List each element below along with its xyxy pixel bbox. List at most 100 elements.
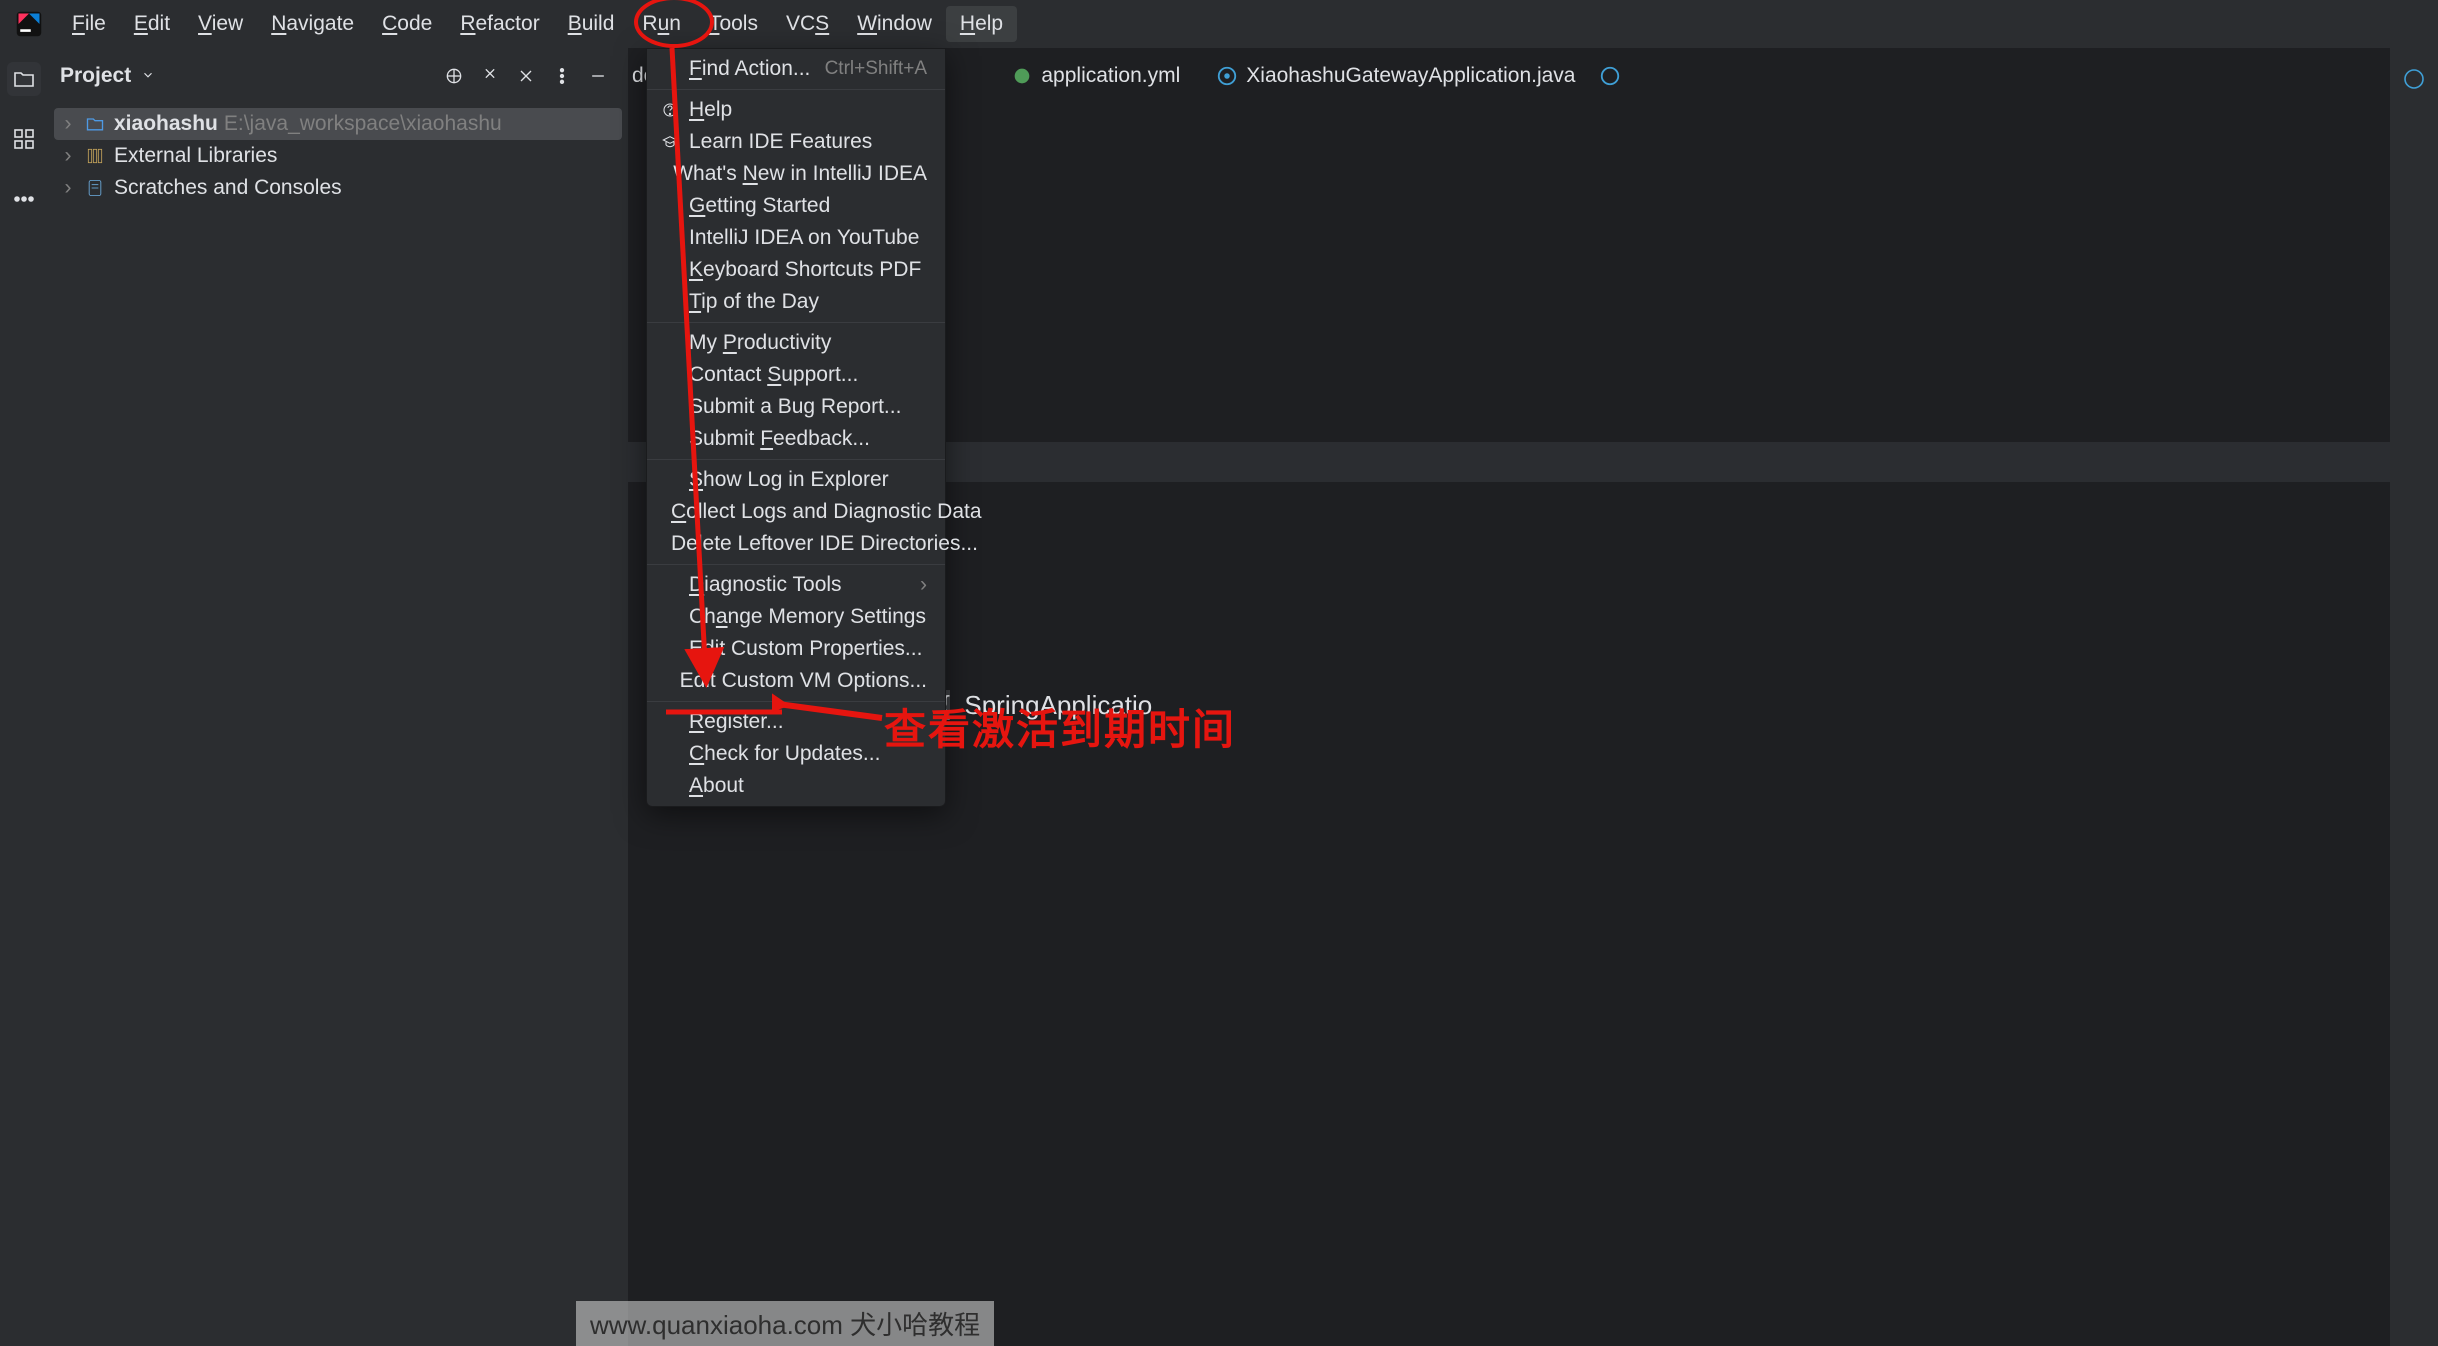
menu-item-label: IntelliJ IDEA on YouTube (689, 226, 927, 250)
help-menu-item[interactable]: Change Memory Settings (647, 601, 945, 633)
chevron-right-icon: › (60, 112, 76, 136)
file-yml-icon (1011, 65, 1033, 87)
help-menu-item[interactable]: Submit Feedback... (647, 423, 945, 455)
menu-item-label: Check for Updates... (689, 742, 927, 766)
project-sidebar-header: Project (48, 48, 628, 104)
menu-item-label: Collect Logs and Diagnostic Data (671, 500, 982, 524)
intellij-logo-icon (14, 9, 44, 39)
help-menu-item[interactable]: Submit a Bug Report... (647, 391, 945, 423)
code-text: SpringApplicatio (950, 690, 1152, 720)
menu-item-label: About (689, 774, 927, 798)
tree-scratches-row[interactable]: › Scratches and Consoles (54, 172, 622, 204)
menubar-item-vcs[interactable]: VCS (772, 6, 843, 42)
editor-tab-overflow[interactable] (1593, 48, 1627, 104)
menubar-item-view[interactable]: View (184, 6, 257, 42)
tree-root-row[interactable]: › xiaohashuE:\java_workspace\xiaohashu (54, 108, 622, 140)
help-menu-item[interactable]: Getting Started (647, 190, 945, 222)
help-menu-item[interactable]: Find Action...Ctrl+Shift+A (647, 53, 945, 85)
right-tool-gutter (2390, 48, 2438, 1346)
help-menu-item[interactable]: Show Log in Explorer (647, 464, 945, 496)
tab-label: XiaohashuGatewayApplication.java (1246, 64, 1575, 88)
menu-item-label: Help (689, 98, 927, 122)
menubar-item-build[interactable]: Build (554, 6, 629, 42)
help-menu-item[interactable]: Help (647, 94, 945, 126)
menu-separator (647, 459, 945, 460)
menu-item-label: Show Log in Explorer (689, 468, 927, 492)
chevron-right-icon: › (60, 144, 76, 168)
menubar-item-file[interactable]: File (58, 6, 120, 42)
menu-item-label: Tip of the Day (689, 290, 927, 314)
project-sidebar: Project › xiaohashuE:\java_workspace\xia… (48, 48, 628, 1346)
help-menu-item[interactable]: Tip of the Day (647, 286, 945, 318)
menu-item-label: Submit a Bug Report... (689, 395, 927, 419)
editor-tab-java[interactable]: XiaohashuGatewayApplication.java (1198, 48, 1593, 104)
library-icon (84, 145, 106, 167)
tab-label: application.yml (1041, 64, 1180, 88)
project-tool-button[interactable] (7, 62, 41, 96)
help-menu-item[interactable]: Keyboard Shortcuts PDF (647, 254, 945, 286)
overflow-icon (1599, 65, 1621, 87)
menubar-item-window[interactable]: Window (843, 6, 946, 42)
editor-tab-yml[interactable]: application.yml (993, 48, 1198, 104)
menu-separator (647, 701, 945, 702)
select-opened-file-icon[interactable] (439, 61, 469, 91)
hide-tool-window-icon[interactable] (583, 61, 613, 91)
more-tool-button[interactable] (7, 182, 41, 216)
menu-item-label: Learn IDE Features (689, 130, 927, 154)
menu-item-label: What's New in IntelliJ IDEA (673, 162, 927, 186)
file-java-icon (1216, 65, 1238, 87)
help-menu-item[interactable]: Contact Support... (647, 359, 945, 391)
chevron-right-icon: › (920, 573, 927, 597)
menu-item-label: Submit Feedback... (689, 427, 927, 451)
help-menu-item[interactable]: Learn IDE Features (647, 126, 945, 158)
menu-item-label: Register... (689, 710, 927, 734)
menubar-item-navigate[interactable]: Navigate (257, 6, 368, 42)
learn-icon (661, 134, 679, 150)
help-menu-item[interactable]: What's New in IntelliJ IDEA (647, 158, 945, 190)
module-icon (84, 113, 106, 135)
help-menu-item[interactable]: Diagnostic Tools › (647, 569, 945, 601)
menu-item-label: Contact Support... (689, 363, 927, 387)
help-menu-item[interactable]: IntelliJ IDEA on YouTube (647, 222, 945, 254)
help-menu-item[interactable]: About (647, 770, 945, 802)
menu-item-label: Keyboard Shortcuts PDF (689, 258, 927, 282)
help-menu-dropdown: Find Action...Ctrl+Shift+A Help Learn IDE … (646, 48, 946, 807)
menu-separator (647, 564, 945, 565)
menu-separator (647, 322, 945, 323)
menubar-item-refactor[interactable]: Refactor (446, 6, 553, 42)
help-menu-item[interactable]: Edit Custom Properties... (647, 633, 945, 665)
tree-options-icon[interactable] (547, 61, 577, 91)
menu-item-label: My Productivity (689, 331, 927, 355)
collapse-all-icon[interactable] (511, 61, 541, 91)
left-tool-gutter (0, 48, 48, 1346)
structure-tool-button[interactable] (7, 122, 41, 156)
watermark: www.quanxiaoha.com 犬小哈教程 (576, 1301, 994, 1346)
menu-item-label: Delete Leftover IDE Directories... (671, 532, 978, 556)
menu-item-label: Edit Custom VM Options... (680, 669, 927, 693)
help-menu-item[interactable]: My Productivity (647, 327, 945, 359)
project-tree: › xiaohashuE:\java_workspace\xiaohashu ›… (48, 104, 628, 208)
menubar-item-help[interactable]: Help (946, 6, 1017, 42)
help-menu-item[interactable]: Register... (647, 706, 945, 738)
chevron-down-icon[interactable] (141, 64, 155, 88)
menu-separator (647, 89, 945, 90)
tree-scratches-label: Scratches and Consoles (114, 176, 342, 200)
notifications-tool-button[interactable] (2397, 62, 2431, 96)
expand-all-icon[interactable] (475, 61, 505, 91)
menu-item-label: Edit Custom Properties... (689, 637, 927, 661)
tree-root-name: xiaohashu (114, 112, 218, 135)
help-menu-item[interactable]: Collect Logs and Diagnostic Data (647, 496, 945, 528)
help-menu-item[interactable]: Edit Custom VM Options... (647, 665, 945, 697)
help-menu-item[interactable]: Check for Updates... (647, 738, 945, 770)
menu-item-label: Getting Started (689, 194, 927, 218)
menu-item-label: Diagnostic Tools (689, 573, 910, 597)
menubar-item-run[interactable]: Run (628, 6, 695, 42)
menubar-item-code[interactable]: Code (368, 6, 446, 42)
menubar-item-edit[interactable]: Edit (120, 6, 184, 42)
tree-external-libs-row[interactable]: › External Libraries (54, 140, 622, 172)
menu-shortcut: Ctrl+Shift+A (825, 58, 927, 80)
question-icon (661, 102, 679, 118)
project-sidebar-title[interactable]: Project (60, 64, 131, 88)
menubar-item-tools[interactable]: Tools (695, 6, 772, 42)
help-menu-item[interactable]: Delete Leftover IDE Directories... (647, 528, 945, 560)
